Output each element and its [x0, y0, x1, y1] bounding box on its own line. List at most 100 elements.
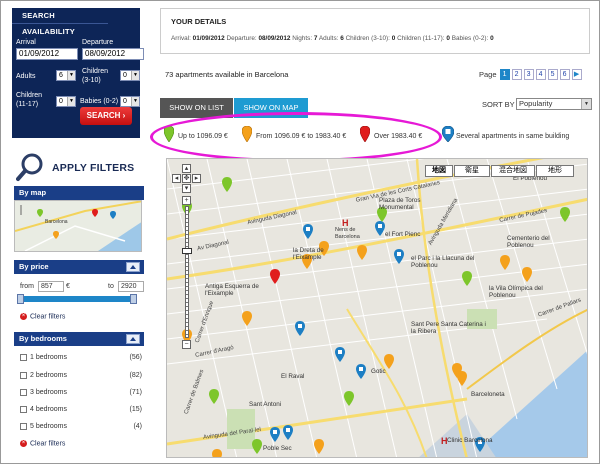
map-type-map[interactable]: 地図	[425, 165, 453, 177]
next-page-icon[interactable]: ▶	[571, 68, 582, 80]
map-label: Poble Sec	[263, 445, 292, 452]
details-adults-label: Adults:	[318, 35, 339, 42]
results-count: 73 apartments available in Barcelona	[165, 70, 289, 79]
pan-center-icon[interactable]: ✥	[182, 174, 191, 183]
zoom-out-icon[interactable]: −	[182, 340, 191, 349]
price-slider-min-handle[interactable]	[17, 294, 24, 304]
checkbox[interactable]	[20, 423, 27, 430]
search-button-label: SEARCH	[86, 111, 121, 120]
clear-x-icon: ×	[20, 440, 27, 447]
page-1[interactable]: 1	[499, 68, 510, 80]
children-11-17-select[interactable]: 0 ▼	[56, 96, 76, 107]
clear-filters-label: Clear filters	[30, 313, 66, 321]
zoom-in-icon[interactable]: +	[182, 196, 191, 205]
details-arrival: 01/09/2012	[192, 35, 225, 42]
map-type-controls: 地図 衛星 混合地図 地形	[424, 165, 574, 177]
pan-left-icon[interactable]: ◂	[172, 174, 181, 183]
bedroom-label: 3 bedrooms	[30, 389, 67, 396]
bedroom-count: (82)	[129, 372, 142, 379]
bedroom-label: 2 bedrooms	[30, 372, 67, 379]
filter-section-by-map[interactable]: By map	[14, 186, 144, 200]
page-5[interactable]: 5	[547, 68, 558, 80]
adults-select[interactable]: 6 ▼	[56, 70, 76, 81]
chevron-down-icon: ▼	[131, 71, 139, 80]
page-label: Page	[479, 69, 497, 79]
filter-section-by-bedrooms[interactable]: By bedrooms	[14, 332, 144, 346]
map-label: Plaza de Toros Monumental	[379, 197, 421, 211]
search-button[interactable]: SEARCH ›	[80, 107, 132, 125]
details-nights: 7	[313, 35, 318, 42]
by-price-label: By price	[19, 262, 49, 271]
collapse-icon[interactable]	[126, 262, 140, 272]
chevron-down-icon: ▼	[67, 71, 75, 80]
sort-by-label: SORT BY	[482, 100, 515, 109]
map-label: Sant Pere Santa Caterina i la Ribera	[411, 321, 486, 335]
details-summary: Arrival: 01/09/2012 Departure: 08/09/201…	[171, 35, 494, 42]
bedroom-label: 1 bedrooms	[30, 354, 67, 361]
filter-section-by-price[interactable]: By price	[14, 260, 144, 274]
babies-value: 0	[123, 98, 127, 105]
children-3-10-value: 0	[123, 72, 127, 79]
pan-right-icon[interactable]: ▸	[192, 174, 201, 183]
sort-value: Popularity	[519, 99, 553, 108]
chevron-down-icon: ▼	[67, 97, 75, 106]
collapse-icon[interactable]	[126, 334, 140, 344]
building-pin-icon	[442, 126, 454, 142]
price-slider-track[interactable]	[20, 296, 134, 302]
pan-up-icon[interactable]: ▴	[182, 164, 191, 173]
departure-label: Departure	[82, 39, 114, 46]
map-label: Barceloneta	[471, 391, 505, 398]
details-children-11-17: 0	[446, 35, 450, 42]
zoom-slider-handle[interactable]	[182, 248, 192, 254]
map-type-satellite[interactable]: 衛星	[454, 165, 490, 177]
checkbox[interactable]	[20, 354, 27, 361]
checkbox[interactable]	[20, 372, 27, 379]
map-label: Gotic	[371, 368, 386, 375]
price-from-currency: €	[66, 283, 70, 290]
map-label: el Parc i la Llacuna del Poblenou	[411, 255, 475, 269]
clear-filters-label: Clear filters	[30, 440, 66, 448]
clear-bedroom-filters[interactable]: × Clear filters	[20, 440, 65, 447]
search-panel-title: SEARCH AVAILABILITY	[12, 8, 108, 36]
page-6[interactable]: 6	[559, 68, 570, 80]
map-label: Antiga Esquerra de l'Eixample	[205, 283, 259, 297]
map-label: El Raval	[281, 373, 305, 380]
page-3[interactable]: 3	[523, 68, 534, 80]
zoom-slider-track[interactable]	[185, 206, 189, 338]
children-3-10-select[interactable]: 0 ▼	[120, 70, 140, 81]
magnifier-icon	[16, 153, 43, 181]
map-label: el Fort Pienc	[385, 231, 421, 238]
apartments-map[interactable]: H H El Poblenou Plaza de Toros Monumenta…	[166, 158, 588, 458]
details-departure: 08/09/2012	[258, 35, 291, 42]
map-label: Cementerio del Poblenou	[507, 235, 550, 249]
pan-down-icon[interactable]: ▾	[182, 184, 191, 193]
babies-label: Babies (0-2)	[80, 98, 119, 105]
map-label: Clinic Barcelona	[447, 437, 493, 444]
price-slider-max-handle[interactable]	[130, 294, 137, 304]
page-2[interactable]: 2	[511, 68, 522, 80]
details-adults: 6	[340, 35, 344, 42]
checkbox[interactable]	[20, 389, 27, 396]
map-type-terrain[interactable]: 地形	[536, 165, 574, 177]
arrival-date-input[interactable]: 01/09/2012	[16, 48, 78, 60]
details-babies-label: Babies (0-2):	[451, 35, 489, 42]
clear-price-filters[interactable]: × Clear filters	[20, 313, 65, 320]
map-type-hybrid[interactable]: 混合地図	[491, 165, 535, 177]
apply-filters-header: APPLY FILTERS	[12, 150, 140, 186]
your-details-box: YOUR DETAILS Arrival: 01/09/2012 Departu…	[160, 8, 590, 54]
map-zoom-controls: ▴ ◂ ✥ ▸ ▾ + −	[170, 162, 201, 349]
details-babies: 0	[490, 35, 494, 42]
page-4[interactable]: 4	[535, 68, 546, 80]
price-from-input[interactable]: 857	[38, 281, 64, 292]
checkbox[interactable]	[20, 406, 27, 413]
chevron-down-icon: ▼	[131, 97, 139, 106]
price-to-input[interactable]: 2920	[118, 281, 144, 292]
filter-minimap[interactable]: Barcelona	[14, 200, 142, 252]
map-label: Nens de Barcelona	[335, 227, 360, 240]
departure-date-input[interactable]: 08/09/2012	[82, 48, 144, 60]
arrow-right-icon: ›	[122, 111, 126, 120]
babies-select[interactable]: 0 ▼	[120, 96, 140, 107]
details-arrival-label: Arrival:	[171, 35, 191, 42]
sort-select[interactable]: Popularity ▼	[516, 98, 592, 110]
apply-filters-title: APPLY FILTERS	[52, 162, 135, 174]
